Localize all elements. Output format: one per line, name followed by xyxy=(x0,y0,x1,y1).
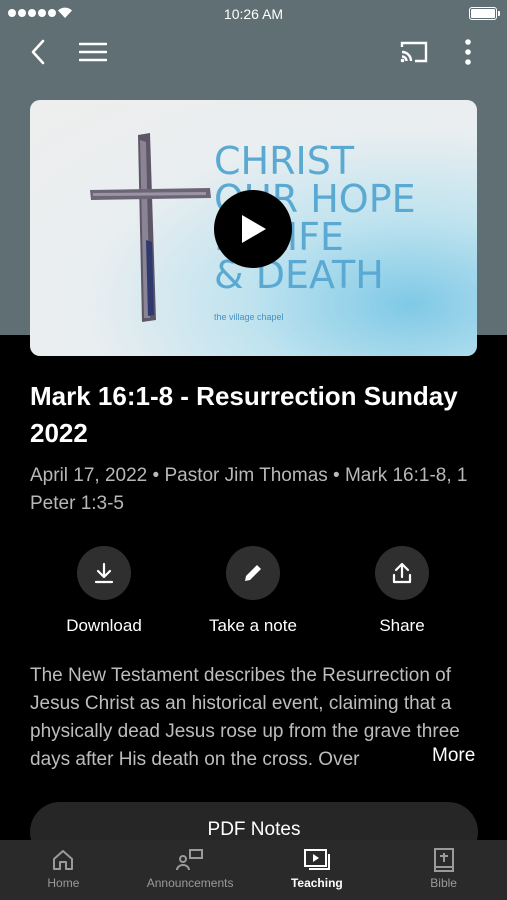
cast-button[interactable] xyxy=(394,32,434,72)
download-button[interactable]: Download xyxy=(34,546,174,636)
download-icon xyxy=(94,562,114,584)
tab-label: Announcements xyxy=(146,876,234,890)
chevron-left-icon xyxy=(31,39,45,65)
share-icon-circle xyxy=(375,546,429,600)
tab-label: Bible xyxy=(430,876,457,890)
take-note-button[interactable]: Take a note xyxy=(183,546,323,636)
pencil-icon xyxy=(245,565,261,581)
tab-bar: Home Announcements Teaching Bible xyxy=(0,840,507,900)
cross-illustration xyxy=(90,133,211,322)
home-icon xyxy=(53,850,74,870)
teaching-icon xyxy=(303,849,330,870)
announcements-icon xyxy=(176,849,204,871)
download-label: Download xyxy=(66,616,142,635)
status-time: 10:26 AM xyxy=(223,6,284,22)
church-logo: the village chapel xyxy=(214,312,284,322)
more-link[interactable]: More xyxy=(418,745,476,767)
sermon-meta: April 17, 2022 • Pastor Jim Thomas • Mar… xyxy=(30,465,468,514)
sermon-title: Mark 16:1-8 - Resurrection Sunday 2022 xyxy=(30,381,458,448)
bible-icon xyxy=(433,848,454,872)
play-button[interactable] xyxy=(214,190,292,268)
play-icon xyxy=(242,215,266,243)
hamburger-icon xyxy=(79,42,107,62)
tab-home[interactable]: Home xyxy=(0,840,127,900)
share-label: Share xyxy=(379,616,425,635)
tab-bible[interactable]: Bible xyxy=(380,840,507,900)
tab-announcements[interactable]: Announcements xyxy=(127,840,254,900)
more-vertical-icon xyxy=(465,39,471,65)
back-button[interactable] xyxy=(18,32,58,72)
take-note-label: Take a note xyxy=(209,616,297,635)
share-button[interactable]: Share xyxy=(332,546,472,636)
cast-icon xyxy=(400,41,428,63)
tab-label: Home xyxy=(47,876,80,890)
tab-label: Teaching xyxy=(290,876,343,890)
status-bar: 10:26 AM xyxy=(0,0,507,28)
download-icon-circle xyxy=(77,546,131,600)
battery-icon xyxy=(469,7,500,20)
share-icon xyxy=(392,562,412,584)
tab-teaching[interactable]: Teaching xyxy=(254,840,381,900)
note-icon-circle xyxy=(226,546,280,600)
more-options-button[interactable] xyxy=(448,32,488,72)
menu-button[interactable] xyxy=(73,32,113,72)
sermon-description: The New Testament describes the Resurrec… xyxy=(30,665,460,770)
